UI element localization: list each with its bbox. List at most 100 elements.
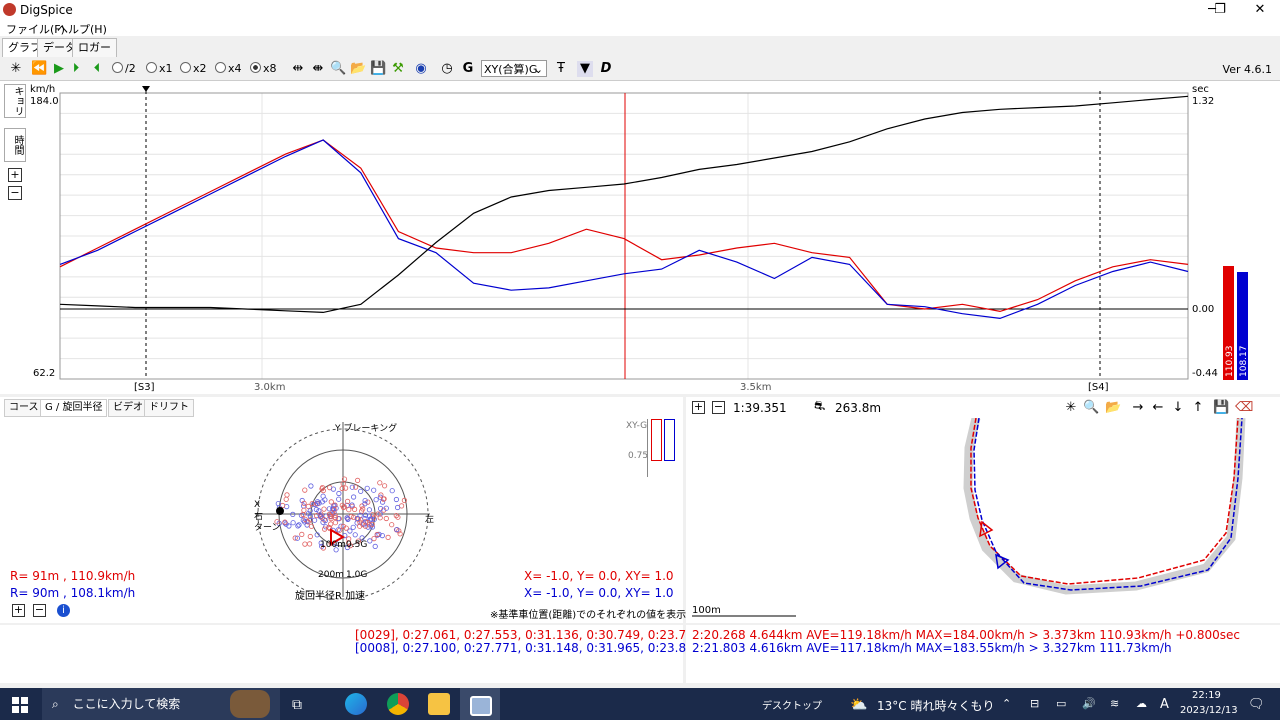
speed-chart[interactable]: km/h 184.0 62.2 sec 1.32 0.00 -0.44 [S3]… [0,81,1280,394]
g-sample-point [389,488,395,494]
battery-icon[interactable]: ▭ [1056,697,1066,710]
map-time: 1:39.351 [733,401,787,415]
polar-left-label: 右 ターン [254,512,281,533]
open-folder-icon[interactable]: 📂 [1105,400,1121,416]
save-icon[interactable]: 💾 [370,61,386,77]
version-label: Ver 4.6.1 [1222,63,1272,76]
menu-help[interactable]: ヘルプ(H) [57,21,107,37]
desktop-label[interactable]: デスクトップ [762,697,822,712]
digspice-taskbar-icon[interactable] [470,696,492,716]
g-sample-point [352,506,358,513]
weather-text[interactable]: 13°C 晴れ時々くもり [877,697,994,714]
close-button[interactable]: ✕ [1240,0,1280,20]
polar-bottom-label: 旋回半径R 加速 [295,591,366,602]
g-sample-point [328,499,334,505]
x-tick-3-5km: 3.5km [740,382,771,393]
clock-date[interactable]: 2023/12/13 [1180,705,1238,716]
network-icon[interactable]: ⊟ [1030,697,1039,710]
g-sample-point [295,523,301,529]
ime-indicator[interactable]: A [1160,697,1169,712]
map-scale: 100m [692,605,721,616]
task-view-icon[interactable]: ⧉ [292,697,302,713]
find-icon[interactable]: 🔍 [330,61,346,77]
sector-label-s3: [S3] [134,382,155,393]
tab-course[interactable]: コース [4,399,44,417]
g-sample-point [358,488,364,494]
series-line-0 [59,139,1189,313]
info-icon[interactable]: i [57,604,70,617]
filter-icon[interactable]: ▼ [577,61,593,77]
x-tick-3km: 3.0km [254,382,285,393]
sparkle-icon[interactable]: ✳ [8,61,24,77]
eraser-icon[interactable]: ⌫ [1235,400,1253,416]
step-back-icon[interactable]: ⏴ [89,61,105,77]
polar-right-label: 左 [425,515,435,525]
xyg-scale: 0.75 [628,451,649,461]
sparkle-icon[interactable]: ✳ [1063,400,1079,416]
g-sample-point [352,532,358,538]
find-icon[interactable]: 🔍 [1083,400,1099,416]
chrome-icon[interactable] [387,693,409,715]
notification-icon[interactable]: 🗨 [1248,697,1265,712]
app-icon [3,3,16,16]
save-icon[interactable]: 💾 [1213,400,1229,416]
g-sample-point [308,483,314,489]
g-sample-point [393,496,399,503]
expand-horizontal-icon[interactable]: ⇹ [290,61,306,77]
zoom-out-icon[interactable]: − [712,401,725,414]
tab-g-radius[interactable]: G / 旋回半径 [40,399,108,417]
maximize-button[interactable]: ❐ [1200,0,1240,20]
timer-icon[interactable]: ◷ [439,61,455,77]
arrow-right-icon[interactable]: → [1130,400,1146,416]
speed-x4[interactable]: x4 [215,62,242,75]
g-1-0: 1.0G [346,570,368,580]
mode-select[interactable]: XY(合算)G ⌄ [481,60,547,77]
title-bar: DigSpice ─ ❐ ✕ [0,0,1280,20]
zoom-out-icon[interactable]: − [33,604,46,617]
g-sample-point [336,490,342,497]
tab-video[interactable]: ビデオ [108,399,148,417]
rewind-icon[interactable]: ⏪ [31,61,47,77]
compress-horizontal-icon[interactable]: ⇼ [310,61,326,77]
tools-icon[interactable]: ⚒ [390,61,406,77]
windows-start-icon[interactable] [12,697,28,713]
speed-x8[interactable]: x8 [250,62,277,75]
chevron-up-icon[interactable]: ⌃ [1002,697,1011,710]
speed-half[interactable]: /2 [112,62,136,75]
g-sample-point [355,477,361,484]
open-folder-icon[interactable]: 📂 [350,61,366,77]
xy-blue: X= -1.0, Y= 0.0, XY= 1.0 [524,586,674,600]
file-explorer-icon[interactable] [428,693,450,715]
play-icon[interactable]: ▶ [51,61,67,77]
radius-100m: 100m [320,540,346,550]
g-sample-point [284,492,290,498]
zoom-in-icon[interactable]: + [12,604,25,617]
course-map[interactable] [686,418,1280,622]
cloud-icon[interactable]: ☁ [1136,697,1147,710]
main-tabs: グラフ データ ロガー [0,36,1280,58]
g-sample-point [307,533,313,540]
text-cursor-icon[interactable]: Ŧ [553,61,569,77]
edge-icon[interactable] [345,693,367,715]
speed-x2[interactable]: x2 [180,62,207,75]
tab-logger[interactable]: ロガー [72,38,117,57]
d-icon[interactable]: D [598,61,614,77]
tab-drift[interactable]: ドリフト [144,399,194,417]
g-sample-point [321,506,327,512]
g-sample-point [366,507,372,513]
volume-icon[interactable]: 🔊 [1082,697,1096,710]
g-button[interactable]: G [460,61,476,77]
step-forward-icon[interactable]: ⏵ [68,61,84,77]
wifi-icon[interactable]: ≋ [1110,697,1119,710]
zoom-in-icon[interactable]: + [692,401,705,414]
map-distance: 263.8m [835,401,882,415]
arrow-left-icon[interactable]: ← [1150,400,1166,416]
lap-red: [0029], 0:27.061, 0:27.553, 0:31.136, 0:… [355,628,702,642]
y-left-max: 184.0 [30,96,59,107]
arrow-down-icon[interactable]: ↓ [1170,400,1186,416]
arrow-up-icon[interactable]: ↑ [1190,400,1206,416]
clock-time[interactable]: 22:19 [1192,690,1221,701]
globe-icon[interactable]: ◉ [413,61,429,77]
speed-x1[interactable]: x1 [146,62,173,75]
polar-top-label: Y ブレーキング [335,424,398,434]
